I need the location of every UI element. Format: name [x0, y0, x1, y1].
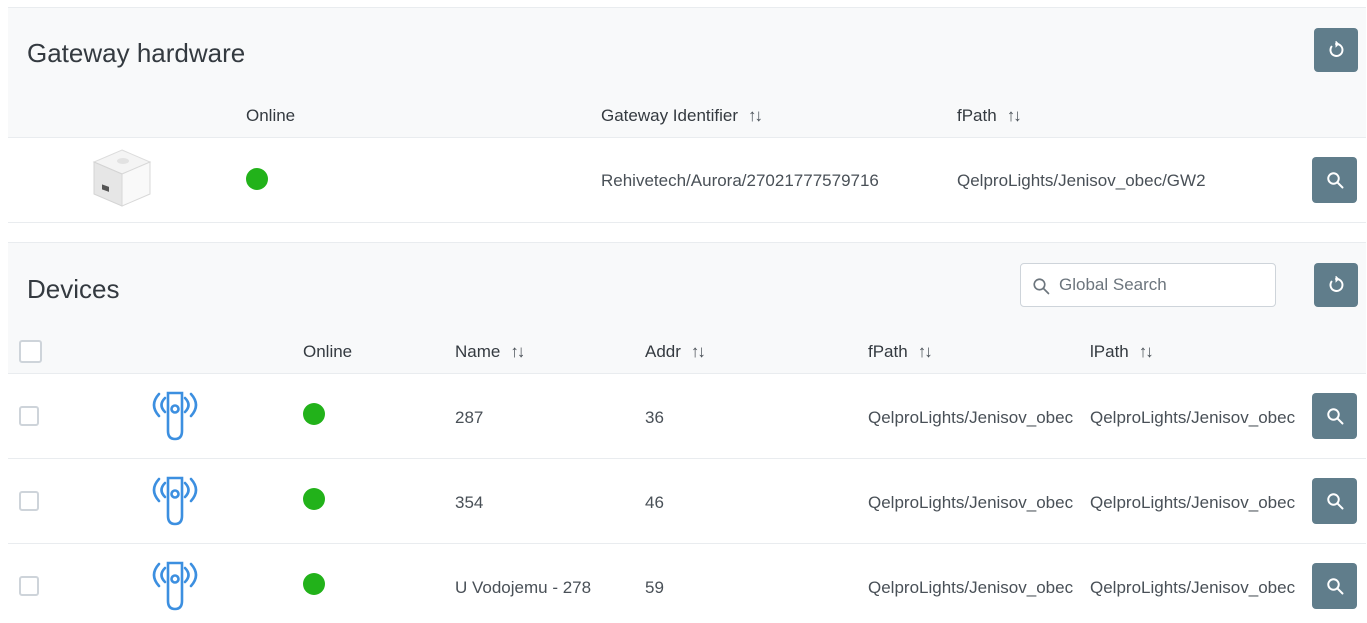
- gateway-col-fpath[interactable]: fPath ↑↓: [957, 106, 1020, 126]
- device-addr: 46: [645, 493, 664, 512]
- gateway-header: Gateway hardware: [8, 7, 1366, 94]
- wireless-sensor-icon: [152, 391, 198, 441]
- gateway-panel: Gateway hardware Online Gateway Identifi…: [8, 0, 1366, 223]
- row-checkbox[interactable]: [19, 491, 39, 511]
- gateway-device-image: [92, 149, 152, 207]
- device-detail-button[interactable]: [1312, 393, 1357, 439]
- devices-col-addr[interactable]: Addr ↑↓: [645, 342, 704, 362]
- devices-col-lpath[interactable]: lPath ↑↓: [1090, 342, 1152, 362]
- row-checkbox[interactable]: [19, 406, 39, 426]
- device-lpath: QelproLights/Jenisov_obec: [1090, 578, 1296, 597]
- devices-panel: Devices Online Name↑↓ Addr↑↓ fPath↑↓: [8, 242, 1366, 623]
- row-checkbox[interactable]: [19, 576, 39, 596]
- wireless-sensor-icon: [152, 561, 198, 611]
- gateway-col-identifier[interactable]: Gateway Identifier ↑↓: [601, 106, 761, 126]
- gateway-table-header: Online Gateway Identifier ↑↓ fPath ↑↓: [8, 93, 1366, 138]
- device-addr: 59: [645, 578, 664, 597]
- table-row[interactable]: 287 36 QelproLights/Jenisov_obec QelproL…: [8, 374, 1366, 459]
- global-search[interactable]: [1020, 263, 1276, 307]
- devices-table-header: Online Name ↑↓ Addr ↑↓ fPath ↑↓ lPath ↑↓: [8, 328, 1366, 374]
- device-name: 287: [455, 408, 484, 427]
- online-indicator: [303, 403, 325, 425]
- devices-col-online: Online: [303, 342, 353, 361]
- device-lpath: QelproLights/Jenisov_obec: [1090, 408, 1296, 427]
- online-indicator: [246, 168, 268, 190]
- search-icon: [1326, 408, 1343, 425]
- devices-col-name[interactable]: Name ↑↓: [455, 342, 523, 362]
- device-lpath: QelproLights/Jenisov_obec: [1090, 493, 1296, 512]
- gateway-identifier: Rehivetech/Aurora/27021777579716: [601, 171, 879, 190]
- sort-icon[interactable]: ↑↓: [748, 106, 761, 126]
- refresh-icon: [1329, 41, 1344, 57]
- device-addr: 36: [645, 408, 664, 427]
- sort-icon[interactable]: ↑↓: [1139, 342, 1152, 362]
- search-input[interactable]: [1059, 264, 1269, 306]
- device-fpath: QelproLights/Jenisov_obec: [868, 408, 1074, 427]
- select-all-checkbox[interactable]: [19, 340, 42, 363]
- device-fpath: QelproLights/Jenisov_obec: [868, 493, 1074, 512]
- gateway-table-row: Rehivetech/Aurora/27021777579716 QelproL…: [8, 138, 1366, 223]
- device-detail-button[interactable]: [1312, 563, 1357, 609]
- table-row[interactable]: 354 46 QelproLights/Jenisov_obec QelproL…: [8, 459, 1366, 544]
- sort-icon[interactable]: ↑↓: [510, 342, 523, 362]
- sort-icon[interactable]: ↑↓: [918, 342, 931, 362]
- gateway-refresh-button[interactable]: [1314, 28, 1358, 72]
- gateway-detail-button[interactable]: [1312, 157, 1357, 203]
- wireless-sensor-icon: [152, 476, 198, 526]
- gateway-fpath: QelproLights/Jenisov_obec/GW2: [957, 171, 1206, 190]
- devices-refresh-button[interactable]: [1314, 263, 1358, 307]
- search-icon: [1033, 278, 1050, 295]
- search-icon: [1326, 172, 1343, 189]
- sort-icon[interactable]: ↑↓: [1007, 106, 1020, 126]
- devices-title: Devices: [27, 274, 120, 304]
- table-row[interactable]: U Vodojemu - 278 59 QelproLights/Jenisov…: [8, 544, 1366, 623]
- refresh-icon: [1329, 276, 1344, 292]
- devices-col-fpath[interactable]: fPath ↑↓: [868, 342, 931, 362]
- online-indicator: [303, 573, 325, 595]
- devices-header: Devices: [8, 242, 1366, 329]
- device-name: U Vodojemu - 278: [455, 578, 592, 597]
- gateway-col-online: Online: [246, 106, 296, 125]
- device-fpath: QelproLights/Jenisov_obec: [868, 578, 1074, 597]
- device-name: 354: [455, 493, 484, 512]
- search-icon: [1326, 493, 1343, 510]
- gateway-title: Gateway hardware: [27, 38, 246, 68]
- device-detail-button[interactable]: [1312, 478, 1357, 524]
- sort-icon[interactable]: ↑↓: [691, 342, 704, 362]
- online-indicator: [303, 488, 325, 510]
- search-icon: [1326, 578, 1343, 595]
